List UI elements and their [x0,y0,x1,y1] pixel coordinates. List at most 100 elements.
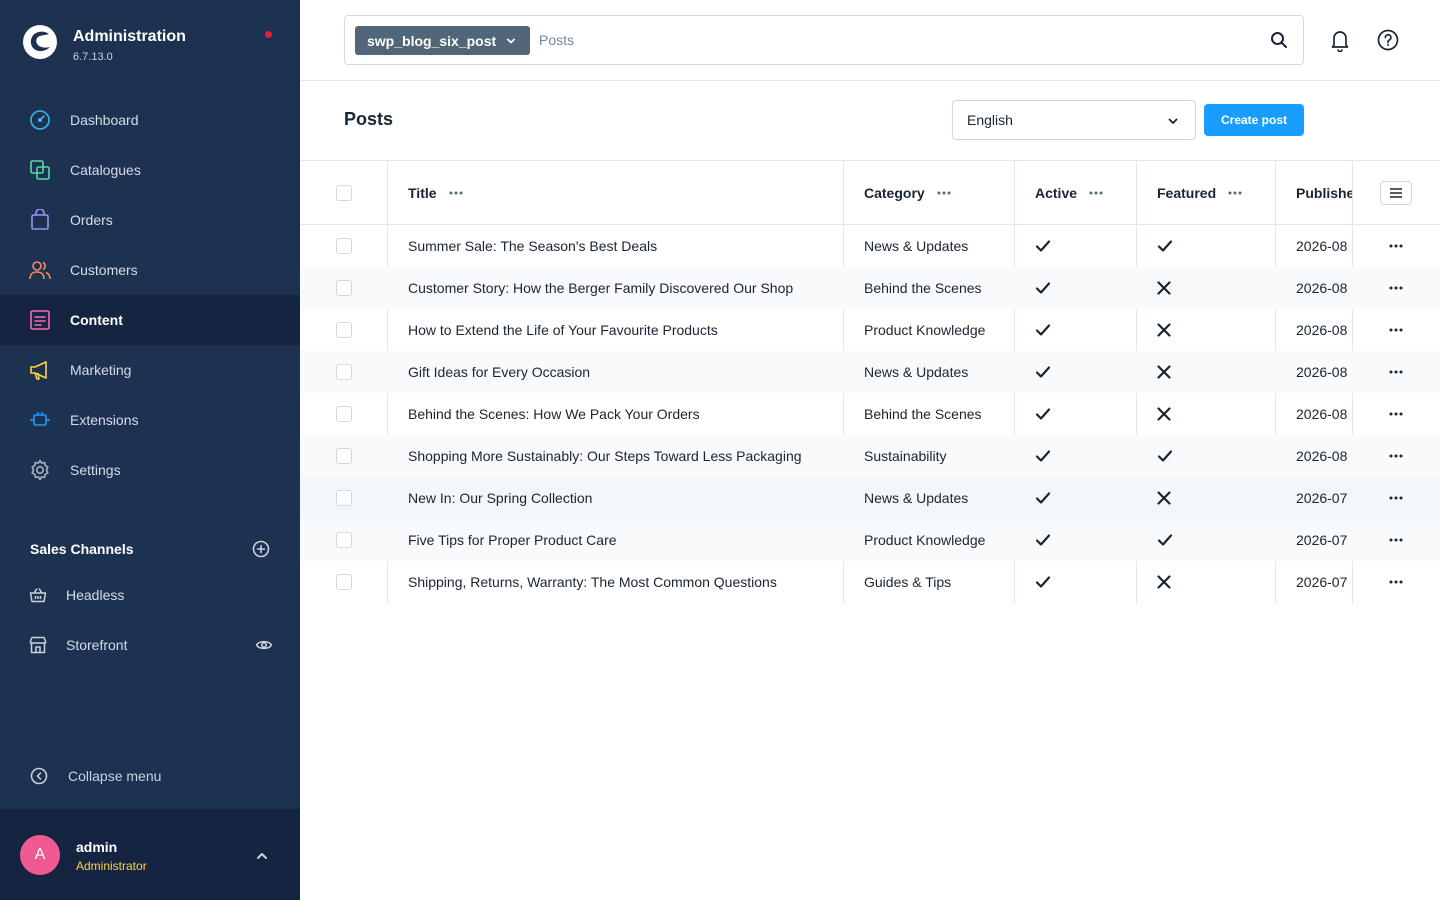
row-checkbox[interactable] [336,406,352,422]
checkmark-icon [1157,534,1173,546]
customers-icon [28,258,52,282]
collapse-menu-button[interactable]: Collapse menu [30,765,161,787]
chevron-up-icon[interactable] [255,849,269,863]
cell-featured [1157,267,1277,309]
nav-item-content[interactable]: Content [0,295,300,345]
nav-label: Extensions [70,412,139,428]
table-row[interactable]: Five Tips for Proper Product Care Product… [300,519,1440,561]
cell-title[interactable]: Gift Ideas for Every Occasion [408,351,838,393]
table-row[interactable]: Gift Ideas for Every Occasion News & Upda… [300,351,1440,393]
top-bar: swp_blog_six_post [300,0,1440,81]
row-checkbox[interactable] [336,364,352,380]
cell-category: Product Knowledge [864,322,986,338]
cell-active [1035,309,1135,351]
nav-item-marketing[interactable]: Marketing [0,345,300,395]
row-actions-button[interactable] [1380,477,1412,519]
cell-title[interactable]: Summer Sale: The Season's Best Deals [408,225,838,267]
table-row[interactable]: Shipping, Returns, Warranty: The Most Co… [300,561,1440,603]
cell-published: 2026-07 [1296,490,1348,506]
cell-category: Guides & Tips [864,574,952,590]
more-horizontal-icon[interactable] [1389,244,1403,248]
more-horizontal-icon[interactable] [1389,370,1403,374]
row-select-cell [336,435,366,477]
row-checkbox[interactable] [336,322,352,338]
search-input[interactable] [539,28,1239,52]
row-actions-button[interactable] [1380,561,1412,603]
cell-category: News & Updates [864,364,969,380]
table-row[interactable]: Summer Sale: The Season's Best Deals News… [300,225,1440,267]
column-header-title[interactable]: Title [408,161,838,224]
search-entity-filter[interactable]: swp_blog_six_post [355,26,531,55]
more-horizontal-icon[interactable] [1389,538,1403,542]
column-header-category[interactable]: Category [864,161,1004,224]
more-horizontal-icon[interactable] [1389,580,1403,584]
nav-item-settings[interactable]: Settings [0,445,300,495]
nav-item-customers[interactable]: Customers [0,245,300,295]
row-actions-button[interactable] [1380,267,1412,309]
language-select[interactable]: English [952,100,1196,140]
more-horizontal-icon[interactable] [1389,454,1403,458]
row-checkbox[interactable] [336,532,352,548]
sales-channel-storefront[interactable]: Storefront [28,630,273,660]
cell-title[interactable]: Shipping, Returns, Warranty: The Most Co… [408,561,838,603]
cell-active [1035,267,1135,309]
row-checkbox[interactable] [336,490,352,506]
row-actions-button[interactable] [1380,309,1412,351]
eye-icon[interactable] [255,636,273,654]
table-row[interactable]: Shopping More Sustainably: Our Steps Tow… [300,435,1440,477]
row-checkbox[interactable] [336,238,352,254]
cell-title[interactable]: How to Extend the Life of Your Favourite… [408,309,838,351]
cell-title[interactable]: Five Tips for Proper Product Care [408,519,838,561]
bell-icon[interactable] [1328,28,1352,52]
nav-item-extensions[interactable]: Extensions [0,395,300,445]
grid-settings-button[interactable] [1380,180,1412,205]
column-header-featured[interactable]: Featured [1157,161,1277,224]
cell-active [1035,351,1135,393]
marketing-icon [28,358,52,382]
more-horizontal-icon[interactable] [1389,328,1403,332]
row-checkbox[interactable] [336,280,352,296]
nav-item-dashboard[interactable]: Dashboard [0,95,300,145]
more-horizontal-icon[interactable] [1228,191,1242,195]
more-horizontal-icon[interactable] [937,191,951,195]
row-actions-button[interactable] [1380,519,1412,561]
cell-featured [1157,225,1277,267]
row-actions-button[interactable] [1380,225,1412,267]
x-icon [1157,407,1171,421]
more-horizontal-icon[interactable] [1389,412,1403,416]
search-icon[interactable] [1270,31,1288,49]
nav-label: Settings [70,462,121,478]
cell-published: 2026-07 [1296,574,1348,590]
more-horizontal-icon[interactable] [1089,191,1103,195]
table-row[interactable]: Customer Story: How the Berger Family Di… [300,267,1440,309]
x-icon [1157,281,1171,295]
cell-title[interactable]: Shopping More Sustainably: Our Steps Tow… [408,435,838,477]
create-post-button[interactable]: Create post [1204,104,1304,136]
storefront-icon [28,635,48,655]
sales-channel-headless[interactable]: Headless [28,580,273,610]
cell-title[interactable]: Customer Story: How the Berger Family Di… [408,267,838,309]
nav-item-catalogues[interactable]: Catalogues [0,145,300,195]
row-actions-button[interactable] [1380,351,1412,393]
more-horizontal-icon[interactable] [1389,286,1403,290]
cell-title[interactable]: New In: Our Spring Collection [408,477,838,519]
column-header-published[interactable]: Published [1296,161,1352,224]
table-row[interactable]: New In: Our Spring Collection News & Upda… [300,477,1440,519]
row-checkbox[interactable] [336,574,352,590]
nav-item-orders[interactable]: Orders [0,195,300,245]
more-horizontal-icon[interactable] [1389,496,1403,500]
row-actions-button[interactable] [1380,393,1412,435]
column-header-label: Active [1035,184,1078,201]
row-checkbox[interactable] [336,448,352,464]
row-actions-button[interactable] [1380,435,1412,477]
cell-title[interactable]: Behind the Scenes: How We Pack Your Orde… [408,393,838,435]
table-row[interactable]: How to Extend the Life of Your Favourite… [300,309,1440,351]
column-header-label: Featured [1157,184,1217,201]
help-icon[interactable] [1377,29,1399,51]
add-sales-channel-icon[interactable] [252,540,270,558]
more-horizontal-icon[interactable] [449,191,463,195]
select-all-checkbox[interactable] [336,184,352,201]
user-menu[interactable]: A admin Administrator [0,809,300,900]
column-header-active[interactable]: Active [1035,161,1135,224]
table-row[interactable]: Behind the Scenes: How We Pack Your Orde… [300,393,1440,435]
